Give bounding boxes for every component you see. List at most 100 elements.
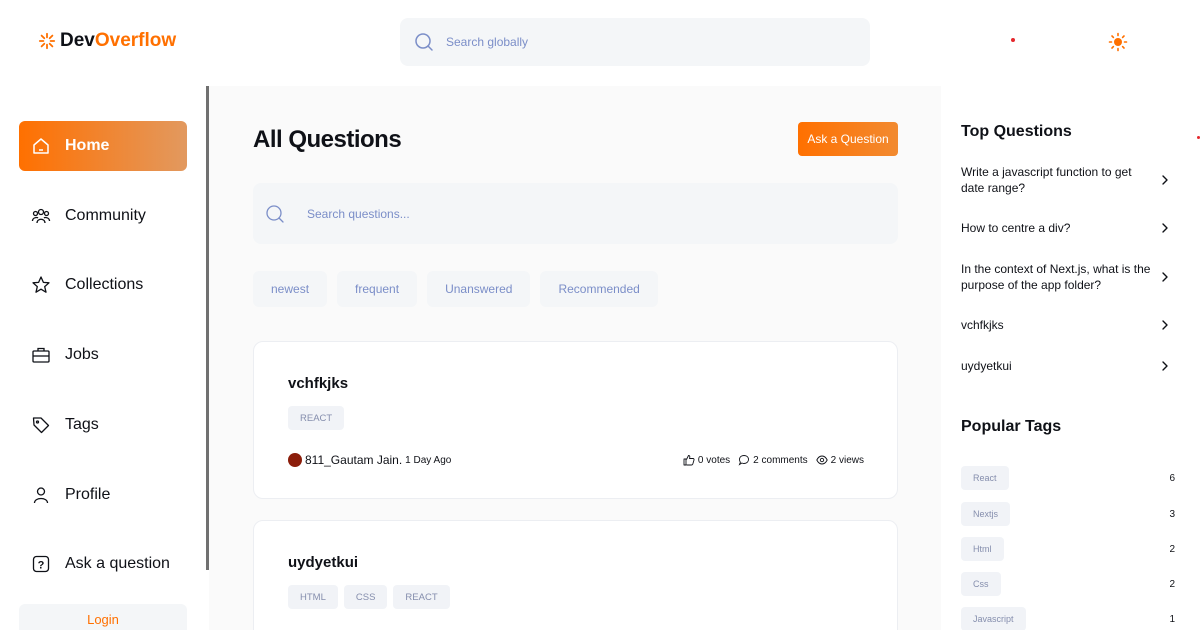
thumbs-up-icon: [683, 455, 695, 466]
filter-frequent[interactable]: frequent: [337, 271, 418, 307]
question-tags: REACT: [288, 406, 345, 430]
top-question-item[interactable]: How to centre a div?: [961, 220, 1171, 236]
filter-newest[interactable]: newest: [253, 271, 328, 307]
top-navbar: Dev Overflow: [0, 0, 1200, 86]
top-question-item[interactable]: In the context of Next.js, what is the p…: [961, 261, 1171, 293]
login-button[interactable]: Login: [19, 604, 187, 630]
votes-stat: 0 votes: [683, 454, 730, 466]
question-tag[interactable]: REACT: [288, 406, 345, 430]
comments-count: 2 comments: [753, 454, 808, 466]
suitcase-icon: [32, 347, 50, 363]
users-icon: [31, 208, 51, 224]
sidebar-item-collections[interactable]: Collections: [19, 260, 187, 310]
top-question-text: uydyetkui: [961, 359, 1012, 373]
page-title: All Questions: [253, 126, 402, 153]
avatar: [288, 453, 302, 467]
chevron-right-icon: [1162, 175, 1168, 185]
popular-tag-row[interactable]: Javascript 1: [961, 607, 1175, 630]
star-icon: [32, 276, 50, 293]
user-icon: [33, 487, 49, 504]
popular-tag[interactable]: React: [961, 466, 1009, 490]
question-card: vchfkjks REACT 811_Gautam Jain. 1 Day Ag…: [253, 341, 898, 499]
logo[interactable]: Dev Overflow: [38, 30, 176, 52]
sidebar-item-label: Tags: [65, 416, 99, 433]
notification-dot: [1011, 38, 1015, 42]
chevron-right-icon: [1162, 272, 1168, 282]
sidebar-item-tags[interactable]: Tags: [19, 400, 187, 450]
question-search[interactable]: [253, 183, 898, 244]
popular-tag[interactable]: Nextjs: [961, 502, 1011, 526]
right-sidebar: Top Questions Write a javascript functio…: [941, 86, 1200, 630]
top-question-item[interactable]: uydyetkui: [961, 358, 1171, 374]
sidebar-item-label: Ask a question: [65, 555, 170, 572]
tag-count: 1: [1169, 613, 1175, 625]
eye-icon: [815, 455, 828, 465]
question-meta: 811_Gautam Jain. 1 Day Ago 0 votes 2 com…: [288, 453, 864, 467]
top-questions-title: Top Questions: [961, 123, 1072, 140]
views-stat: 2 views: [815, 454, 864, 466]
views-count: 2 views: [830, 454, 864, 466]
author-name: 811_Gautam Jain.: [305, 453, 403, 467]
comment-icon: [738, 455, 750, 466]
sidebar-item-label: Profile: [65, 486, 111, 503]
question-icon: ?: [32, 555, 50, 573]
sidebar-item-label: Community: [65, 207, 146, 224]
global-search[interactable]: [400, 18, 870, 66]
search-icon: [415, 33, 433, 51]
svg-text:?: ?: [38, 560, 45, 572]
question-card: uydyetkui HTML CSS REACT: [253, 520, 898, 630]
sidebar-item-community[interactable]: Community: [19, 191, 187, 241]
comments-stat: 2 comments: [738, 454, 808, 466]
global-search-input[interactable]: [446, 35, 826, 49]
tag-count: 6: [1169, 472, 1175, 484]
top-question-item[interactable]: Write a javascript function to get date …: [961, 164, 1171, 196]
popular-tag[interactable]: Html: [961, 537, 1004, 561]
sidebar-item-label: Home: [65, 137, 110, 154]
popular-tags-title: Popular Tags: [961, 418, 1062, 435]
filter-bar: newest frequent Unanswered Recommended: [253, 271, 658, 307]
main-content: All Questions Ask a Question newest freq…: [209, 86, 941, 630]
search-icon: [266, 204, 284, 223]
question-title[interactable]: uydyetkui: [288, 554, 358, 571]
top-question-text: How to centre a div?: [961, 221, 1071, 235]
question-tag[interactable]: HTML: [288, 585, 338, 609]
sidebar-item-profile[interactable]: Profile: [19, 470, 187, 520]
home-icon: [33, 138, 49, 154]
question-tags: HTML CSS REACT: [288, 585, 450, 609]
filter-unanswered[interactable]: Unanswered: [427, 271, 531, 307]
question-tag[interactable]: CSS: [343, 585, 388, 609]
question-title[interactable]: vchfkjks: [288, 375, 348, 392]
popular-tag-row[interactable]: Html 2: [961, 537, 1175, 561]
tag-icon: [32, 417, 50, 434]
logo-text-overflow: Overflow: [94, 30, 177, 51]
votes-count: 0 votes: [697, 454, 731, 466]
top-question-text: In the context of Next.js, what is the p…: [961, 262, 1151, 292]
question-search-input[interactable]: [307, 206, 867, 221]
sidebar-item-label: Jobs: [65, 346, 99, 363]
popular-tag[interactable]: Css: [961, 572, 1001, 596]
question-author[interactable]: 811_Gautam Jain. 1 Day Ago: [288, 453, 451, 467]
question-tag[interactable]: REACT: [393, 585, 450, 609]
sidebar-item-ask-question[interactable]: ? Ask a question: [19, 539, 187, 589]
filter-recommended[interactable]: Recommended: [540, 271, 658, 307]
question-stats: 0 votes 2 comments 2 views: [683, 454, 864, 466]
sun-icon[interactable]: [1108, 32, 1128, 52]
top-question-text: vchfkjks: [961, 318, 1004, 332]
popular-tag[interactable]: Javascript: [961, 607, 1026, 630]
popular-tag-row[interactable]: Css 2: [961, 572, 1175, 596]
tag-count: 2: [1169, 578, 1175, 590]
sidebar-item-label: Collections: [65, 276, 144, 293]
sidebar-item-home[interactable]: Home: [19, 121, 187, 171]
chevron-right-icon: [1162, 320, 1168, 330]
question-time: 1 Day Ago: [405, 454, 452, 466]
top-question-item[interactable]: vchfkjks: [961, 317, 1171, 333]
top-question-text: Write a javascript function to get date …: [961, 165, 1132, 195]
chevron-right-icon: [1162, 361, 1168, 371]
popular-tag-row[interactable]: React 6: [961, 466, 1175, 490]
popular-tag-row[interactable]: Nextjs 3: [961, 502, 1175, 526]
logo-text-dev: Dev: [60, 30, 95, 51]
sidebar-item-jobs[interactable]: Jobs: [19, 330, 187, 380]
tag-count: 3: [1169, 508, 1175, 520]
logo-burst-icon: [38, 32, 56, 50]
ask-question-button[interactable]: Ask a Question: [798, 122, 898, 156]
